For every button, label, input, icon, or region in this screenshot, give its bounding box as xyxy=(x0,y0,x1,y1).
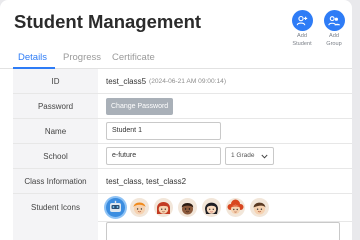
grade-select[interactable]: 1 Grade xyxy=(225,147,274,165)
tab-details[interactable]: Details xyxy=(18,52,47,63)
school-label: School xyxy=(13,144,98,168)
row-password: Password Change Password xyxy=(13,94,352,119)
girl-red-hair-icon[interactable] xyxy=(154,198,173,217)
tab-progress[interactable]: Progress xyxy=(63,52,101,63)
boy-orange-hair-icon[interactable] xyxy=(130,198,149,217)
chevron-down-icon xyxy=(260,154,268,159)
school-input[interactable]: e-future xyxy=(106,147,221,165)
id-timestamp: (2024-06-21 AM 09:00:14) xyxy=(149,77,227,85)
row-school: School e-future 1 Grade xyxy=(13,144,352,169)
add-student-button[interactable]: Add Student xyxy=(290,10,314,47)
password-label: Password xyxy=(13,94,98,118)
row-next-label-cell xyxy=(13,217,98,240)
add-user-icon xyxy=(291,10,313,31)
row-id: ID test_class5 (2024-06-21 AM 09:00:14) xyxy=(13,69,352,94)
boy-brown-hair-icon[interactable] xyxy=(250,198,269,217)
class-information-label: Class Information xyxy=(13,169,98,193)
class-information-value: test_class, test_class2 xyxy=(106,176,187,186)
robot-avatar-icon[interactable] xyxy=(106,198,125,217)
grade-select-value: 1 Grade xyxy=(231,152,255,159)
boy-dark-skin-icon[interactable] xyxy=(178,198,197,217)
id-label: ID xyxy=(13,69,98,93)
page-title: Student Management xyxy=(14,11,202,32)
id-value-cell: test_class5 (2024-06-21 AM 09:00:14) xyxy=(106,69,226,93)
change-password-button[interactable]: Change Password xyxy=(106,97,174,115)
name-label: Name xyxy=(13,119,98,143)
tab-certificate[interactable]: Certificate xyxy=(112,52,155,63)
add-group-button[interactable]: Add Group xyxy=(322,10,346,47)
girl-black-hair-icon[interactable] xyxy=(202,198,221,217)
memo-textarea[interactable] xyxy=(106,222,340,240)
add-group-icon xyxy=(323,10,345,31)
student-icon-list xyxy=(106,198,269,217)
add-group-label-1: Add xyxy=(329,33,339,39)
name-input[interactable]: Student 1 xyxy=(106,122,221,140)
student-management-panel: Student Management Add Student Add Group… xyxy=(0,0,352,240)
tab-bar: Details Progress Certificate xyxy=(0,47,352,69)
details-table: ID test_class5 (2024-06-21 AM 09:00:14) … xyxy=(13,69,352,222)
row-name: Name Student 1 xyxy=(13,119,352,144)
id-value: test_class5 xyxy=(106,76,147,86)
row-class-information: Class Information test_class, test_class… xyxy=(13,169,352,194)
add-student-label-1: Add xyxy=(297,33,307,39)
girl-red-curly-hair-icon[interactable] xyxy=(226,198,245,217)
